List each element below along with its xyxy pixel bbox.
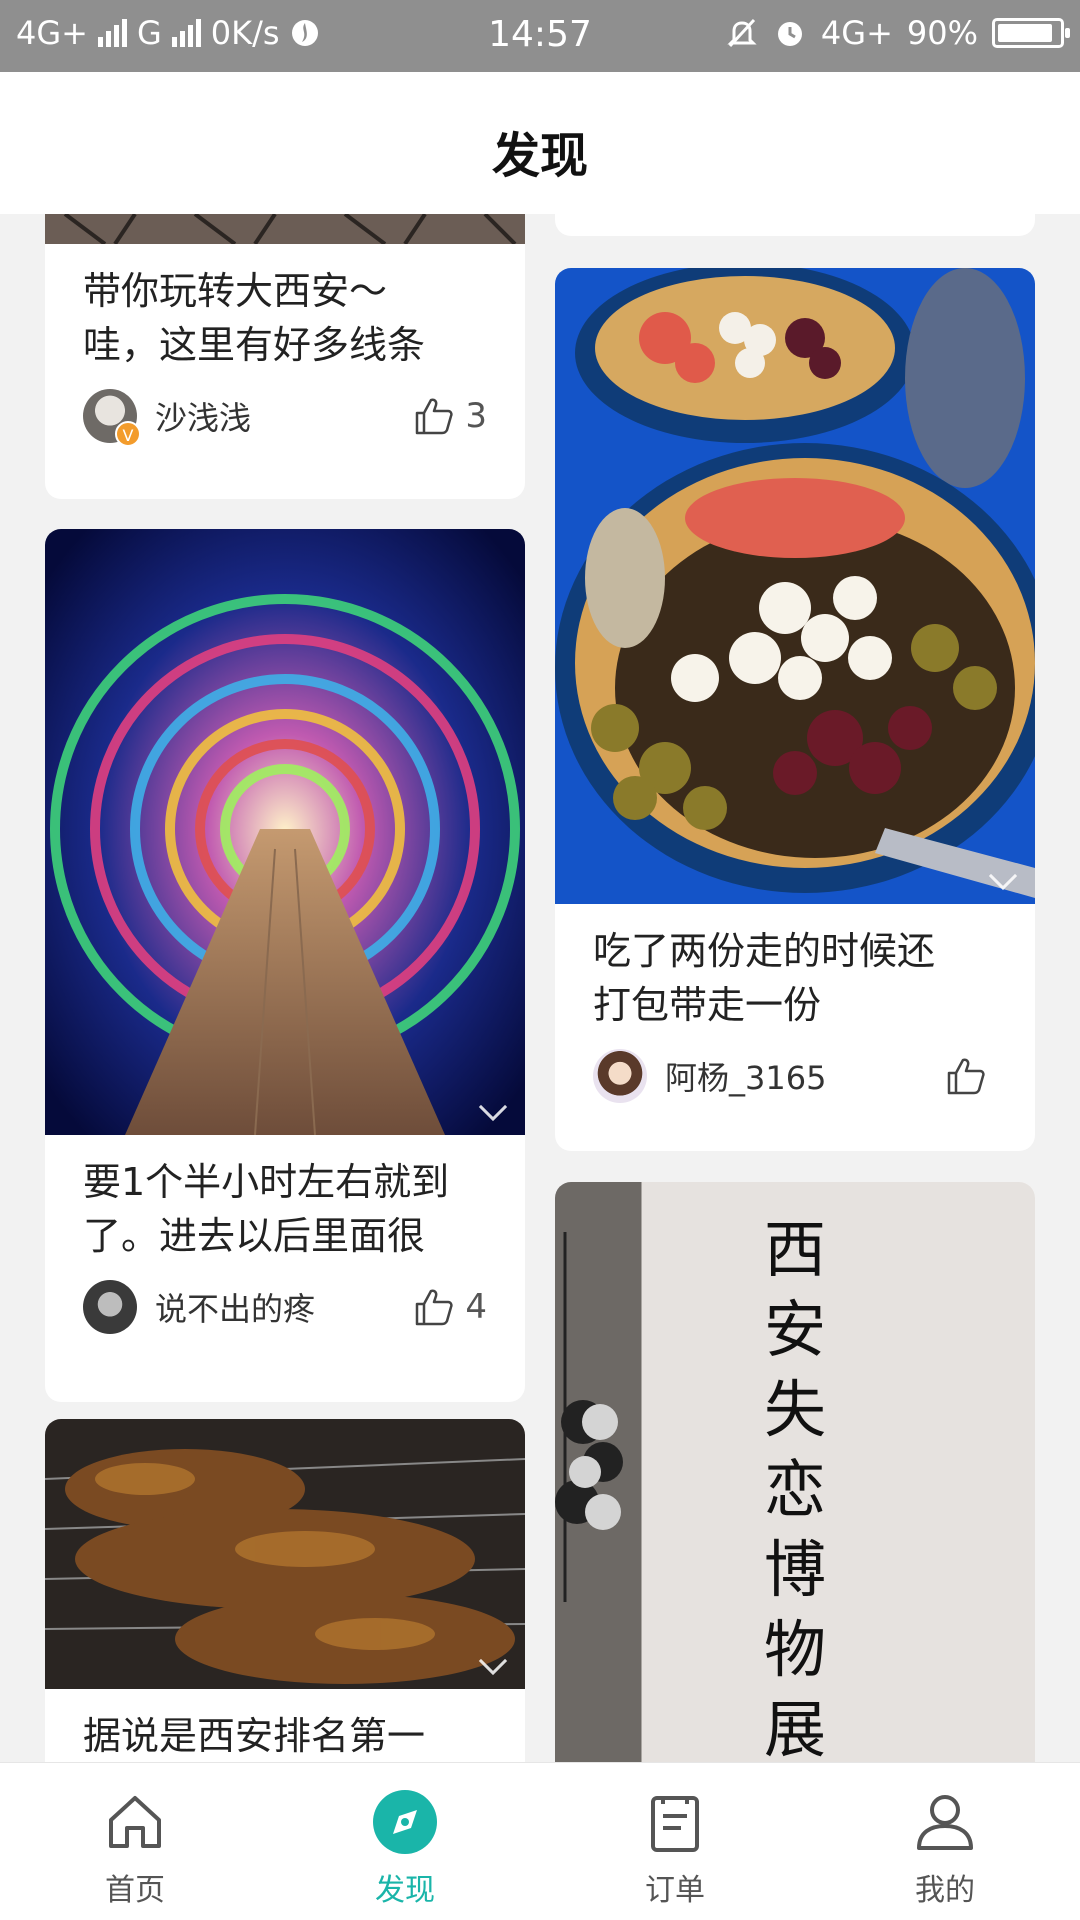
network-type-3: 4G+ xyxy=(820,14,893,52)
alarm-icon xyxy=(777,22,802,46)
card-image xyxy=(555,268,1035,904)
feed-card[interactable]: 要1个半小时左右就到 了。进去以后里面很 说不出的疼 4 xyxy=(45,529,525,1402)
card-caption: 要1个半小时左右就到 了。进去以后里面很 xyxy=(83,1160,450,1258)
battery-fill xyxy=(998,24,1052,42)
card-image xyxy=(45,1419,525,1689)
like-count: 4 xyxy=(465,1287,487,1327)
battery-percent: 90% xyxy=(906,14,978,52)
profile-icon xyxy=(910,1787,980,1857)
home-icon xyxy=(100,1787,170,1857)
card-image xyxy=(45,529,525,1135)
battery-icon xyxy=(992,18,1070,48)
author-name[interactable]: 沙浅浅 xyxy=(155,393,251,439)
card-caption: 吃了两份走的时候还 打包带走一份 xyxy=(593,929,936,1027)
verified-badge-icon: V xyxy=(115,421,141,447)
tab-label: 发现 xyxy=(375,1873,435,1908)
tab-label: 订单 xyxy=(645,1873,705,1908)
thumbs-up-icon xyxy=(416,398,453,435)
card-image xyxy=(45,214,525,244)
tab-orders[interactable]: 订单 xyxy=(540,1763,810,1920)
tab-profile[interactable]: 我的 xyxy=(810,1763,1080,1920)
author-name[interactable]: 阿杨_3165 xyxy=(665,1053,826,1099)
feed-card[interactable]: 吃了两份走的时候还 打包带走一份 阿杨_3165 xyxy=(555,268,1035,1151)
status-bar: 4G+ G 0K/s 14:57 4G+ 90% xyxy=(0,0,1080,72)
tab-label: 首页 xyxy=(105,1873,165,1908)
tab-label: 我的 xyxy=(915,1873,975,1908)
card-caption: 据说是西安排名第一 xyxy=(83,1714,426,1758)
feed-card[interactable]: 带你玩转大西安～ 哇，这里有好多线条 V 沙浅浅 3 xyxy=(45,214,525,499)
avatar[interactable]: V xyxy=(83,389,141,447)
page-header: 发现 xyxy=(0,72,1080,214)
bottom-tab-bar: 首页 发现 订单 我的 xyxy=(0,1762,1080,1920)
thumbs-up-icon xyxy=(416,1289,453,1326)
feed-card[interactable]: 西安失恋博物展 xyxy=(555,1182,1035,1762)
tab-home[interactable]: 首页 xyxy=(0,1763,270,1920)
card-image: 西安失恋博物展 xyxy=(555,1182,1035,1762)
discovery-feed[interactable]: 带你玩转大西安～ 哇，这里有好多线条 V 沙浅浅 3 要1个半小时左右就到 了。… xyxy=(0,214,1080,1762)
sign-text: 西安失恋博物展 xyxy=(763,1213,826,1762)
compass-icon xyxy=(370,1787,440,1857)
card-meta: 说不出的疼 4 xyxy=(45,1263,525,1351)
avatar[interactable] xyxy=(83,1280,137,1334)
thumbs-up-icon xyxy=(947,1058,985,1095)
mute-bell-icon xyxy=(727,18,757,48)
card-meta: 阿杨_3165 xyxy=(555,1032,1035,1120)
feed-card[interactable] xyxy=(555,214,1035,236)
avatar[interactable] xyxy=(593,1049,647,1103)
like-button[interactable] xyxy=(945,1032,997,1120)
card-meta: V 沙浅浅 3 xyxy=(45,372,525,460)
like-count: 3 xyxy=(465,396,487,436)
tab-discover[interactable]: 发现 xyxy=(270,1763,540,1920)
feed-card[interactable]: 据说是西安排名第一 xyxy=(45,1419,525,1762)
page-title: 发现 xyxy=(491,128,588,184)
like-button[interactable]: 3 xyxy=(413,372,487,460)
author-name[interactable]: 说不出的疼 xyxy=(155,1284,315,1330)
card-caption: 带你玩转大西安～ 哇，这里有好多线条 xyxy=(83,269,426,367)
like-button[interactable]: 4 xyxy=(413,1263,487,1351)
status-right: 4G+ 90% xyxy=(725,14,1070,52)
order-icon xyxy=(640,1787,710,1857)
